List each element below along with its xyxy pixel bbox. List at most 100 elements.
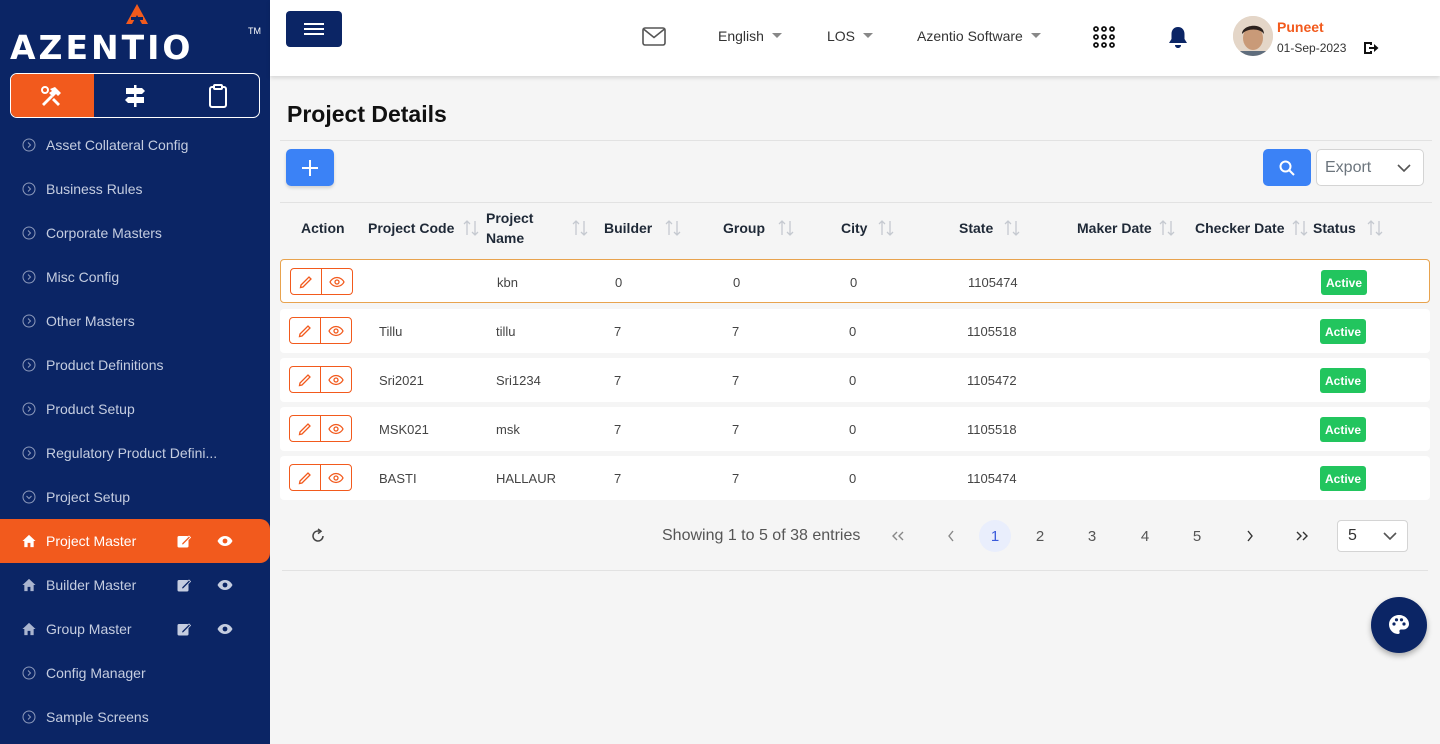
sidebar-item-label: Sample Screens — [46, 709, 149, 725]
sidebar-item-config-manager[interactable]: Config Manager — [0, 651, 270, 695]
edit-button[interactable] — [290, 416, 320, 441]
sort-icon[interactable] — [664, 220, 682, 236]
sidebar-item-project-master[interactable]: Project Master — [0, 519, 270, 563]
sidebar-item-other-masters[interactable]: Other Masters — [0, 299, 270, 343]
sort-icon[interactable] — [877, 220, 895, 236]
column-header-project-name[interactable]: Project Name — [486, 205, 589, 251]
export-dropdown[interactable]: Export — [1316, 149, 1424, 186]
column-header-builder[interactable]: Builder — [604, 205, 682, 251]
page-5-button[interactable]: 5 — [1181, 520, 1213, 552]
column-header-group[interactable]: Group — [723, 205, 795, 251]
last-page-button[interactable] — [1286, 520, 1318, 552]
view-button[interactable] — [320, 367, 351, 392]
sidebar-item-label: Regulatory Product Defini... — [46, 445, 218, 461]
view-button[interactable] — [320, 416, 351, 441]
view-button[interactable] — [320, 465, 351, 490]
cell-state: 1105474 — [967, 470, 1017, 486]
cell-builder: 7 — [614, 323, 622, 339]
prev-page-button[interactable] — [935, 520, 967, 552]
bell-icon[interactable] — [1168, 26, 1188, 49]
sidebar-item-builder-master[interactable]: Builder Master — [0, 563, 270, 607]
row-actions — [289, 366, 352, 393]
pencil-icon — [298, 471, 311, 484]
edit-square-icon[interactable] — [177, 534, 191, 548]
table-row[interactable]: Tillu tillu 7 7 0 1105518 Active — [280, 309, 1430, 353]
user-photo — [1233, 16, 1273, 56]
tab-clipboard[interactable] — [176, 74, 259, 117]
sort-icon[interactable] — [571, 220, 589, 236]
mail-icon[interactable] — [642, 27, 666, 46]
edit-square-icon[interactable] — [177, 578, 191, 592]
edit-button[interactable] — [290, 367, 320, 392]
sidebar-item-group-master[interactable]: Group Master — [0, 607, 270, 651]
eye-icon[interactable] — [217, 623, 233, 635]
edit-button[interactable] — [290, 465, 320, 490]
sort-icon[interactable] — [1003, 220, 1021, 236]
trademark-mark: TM — [248, 26, 261, 36]
page-2-button[interactable]: 2 — [1024, 520, 1056, 552]
table-row[interactable]: kbn 0 0 0 1105474 Active — [280, 259, 1430, 303]
first-page-button[interactable] — [882, 520, 914, 552]
sort-icon[interactable] — [1291, 220, 1309, 236]
column-header-maker-date[interactable]: Maker Date — [1077, 205, 1176, 251]
divider — [282, 570, 1428, 571]
cell-group: 7 — [732, 323, 740, 339]
eye-icon[interactable] — [217, 579, 233, 591]
refresh-icon[interactable] — [310, 528, 326, 544]
cell-builder: 7 — [614, 470, 622, 486]
cell-city: 0 — [849, 421, 857, 437]
sidebar-item-asset-collateral-config[interactable]: Asset Collateral Config — [0, 123, 270, 167]
language-dropdown[interactable]: English — [718, 28, 782, 44]
apps-grid-icon[interactable] — [1093, 26, 1115, 48]
eye-icon[interactable] — [217, 535, 233, 547]
search-button[interactable] — [1263, 149, 1311, 186]
page-1-button[interactable]: 1 — [979, 520, 1011, 552]
sidebar-item-product-setup[interactable]: Product Setup — [0, 387, 270, 431]
sidebar-item-sample-screens[interactable]: Sample Screens — [0, 695, 270, 739]
page-3-button[interactable]: 3 — [1076, 520, 1108, 552]
column-header-project-code[interactable]: Project Code — [368, 205, 480, 251]
edit-button[interactable] — [291, 269, 321, 294]
sidebar-item-corporate-masters[interactable]: Corporate Masters — [0, 211, 270, 255]
company-dropdown[interactable]: Azentio Software — [917, 28, 1041, 44]
sort-icon[interactable] — [1158, 220, 1176, 236]
chevron-circle-icon — [22, 402, 36, 416]
cell-city: 0 — [849, 323, 857, 339]
view-button[interactable] — [321, 269, 352, 294]
sidebar-item-actions — [177, 607, 233, 651]
table-row[interactable]: Sri2021 Sri1234 7 7 0 1105472 Active — [280, 358, 1430, 402]
column-header-status[interactable]: Status — [1313, 205, 1384, 251]
edit-button[interactable] — [290, 318, 320, 343]
rows-per-page-dropdown[interactable]: 5 — [1337, 520, 1408, 552]
tab-signpost[interactable] — [94, 74, 177, 117]
header-label: Builder — [604, 220, 653, 236]
column-header-checker-date[interactable]: Checker Date — [1195, 205, 1309, 251]
sidebar-item-business-rules[interactable]: Business Rules — [0, 167, 270, 211]
add-button[interactable] — [286, 149, 334, 186]
tab-tools[interactable] — [11, 74, 94, 117]
sidebar-item-project-setup[interactable]: Project Setup — [0, 475, 270, 519]
sidebar-item-misc-config[interactable]: Misc Config — [0, 255, 270, 299]
sort-icon[interactable] — [1366, 220, 1384, 236]
page-4-button[interactable]: 4 — [1129, 520, 1161, 552]
theme-palette-button[interactable] — [1371, 597, 1427, 653]
next-page-button[interactable] — [1234, 520, 1266, 552]
header-label: Action — [301, 220, 345, 236]
menu-toggle-button[interactable] — [286, 11, 342, 47]
logout-icon[interactable] — [1363, 41, 1379, 55]
sort-icon[interactable] — [777, 220, 795, 236]
eye-icon — [328, 472, 344, 483]
avatar[interactable] — [1233, 16, 1273, 56]
view-button[interactable] — [320, 318, 351, 343]
column-header-state[interactable]: State — [959, 205, 1021, 251]
table-row[interactable]: BASTI HALLAUR 7 7 0 1105474 Active — [280, 456, 1430, 500]
edit-square-icon[interactable] — [177, 622, 191, 636]
column-header-city[interactable]: City — [841, 205, 895, 251]
sidebar-item-regulatory-product-definitions[interactable]: Regulatory Product Defini... — [0, 431, 270, 475]
sidebar-item-actions — [177, 563, 233, 607]
caret-down-icon — [771, 33, 782, 38]
sidebar-item-product-definitions[interactable]: Product Definitions — [0, 343, 270, 387]
module-dropdown[interactable]: LOS — [827, 28, 874, 44]
table-row[interactable]: MSK021 msk 7 7 0 1105518 Active — [280, 407, 1430, 451]
sort-icon[interactable] — [462, 220, 480, 236]
